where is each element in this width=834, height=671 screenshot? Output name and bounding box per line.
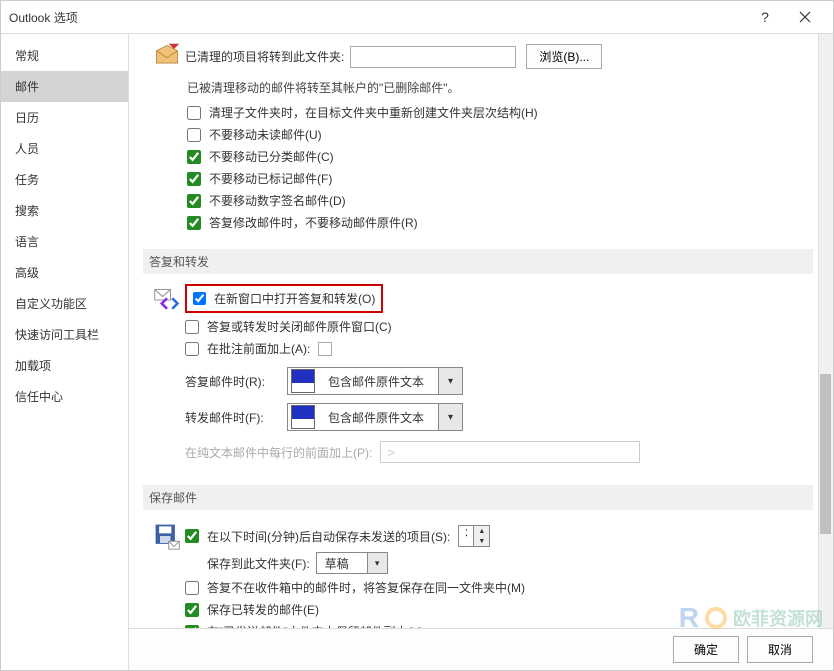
scrollbar[interactable] [818, 34, 833, 628]
reply-section-header: 答复和转发 [143, 249, 813, 274]
cleanup-opt-4[interactable]: 不要移动数字签名邮件(D) [187, 192, 813, 209]
autosave-label: 在以下时间(分钟)后自动保存未发送的项目(S): [207, 528, 450, 545]
cleanup-opt-1-checkbox[interactable] [187, 128, 201, 142]
chevron-down-icon[interactable]: ▾ [438, 368, 462, 394]
sidebar-item-mail[interactable]: 邮件 [1, 71, 128, 102]
cleanup-opt-1[interactable]: 不要移动未读邮件(U) [187, 126, 813, 143]
content: 已清理的项目将转到此文件夹: 浏览(B)... 已被清理移动的邮件将转至其帐户的… [129, 34, 833, 628]
save-opt-1[interactable]: 保存已转发的邮件(E) [185, 601, 813, 618]
cleanup-opt-4-checkbox[interactable] [187, 194, 201, 208]
sidebar-item-tasks[interactable]: 任务 [1, 164, 128, 195]
reply-opt-0-label: 在新窗口中打开答复和转发(O) [214, 290, 375, 307]
plaintext-prefix-input [380, 441, 640, 463]
content-wrap: 已清理的项目将转到此文件夹: 浏览(B)... 已被清理移动的邮件将转至其帐户的… [129, 34, 833, 670]
save-icon [153, 522, 181, 550]
save-opt-1-checkbox[interactable] [185, 603, 199, 617]
cleanup-opt-2[interactable]: 不要移动已分类邮件(C) [187, 148, 813, 165]
autosave-value[interactable] [459, 526, 473, 540]
sidebar-item-quick-access[interactable]: 快速访问工具栏 [1, 319, 128, 350]
cleanup-note: 已被清理移动的邮件将转至其帐户的"已删除邮件"。 [187, 79, 813, 96]
cleanup-opt-0-checkbox[interactable] [187, 106, 201, 120]
window-title: Outlook 选项 [9, 9, 745, 26]
forward-mode-select[interactable]: 包含邮件原件文本 ▾ [287, 403, 463, 431]
reply-opt-1[interactable]: 答复或转发时关闭邮件原件窗口(C) [185, 318, 813, 335]
sidebar-item-language[interactable]: 语言 [1, 226, 128, 257]
close-icon [799, 11, 811, 23]
titlebar: Outlook 选项 ? [1, 1, 833, 33]
reply-opt-0-checkbox[interactable] [193, 292, 206, 305]
reply-opt-1-checkbox[interactable] [185, 320, 199, 334]
options-window: Outlook 选项 ? 常规 邮件 日历 人员 任务 搜索 语言 高级 自定义… [0, 0, 834, 671]
footer: 确定 取消 [129, 628, 833, 670]
ok-button[interactable]: 确定 [673, 636, 739, 663]
save-opt-2-checkbox[interactable] [185, 625, 199, 629]
save-opt-2[interactable]: 在"已发送邮件"文件夹中保留邮件副本(V) [185, 623, 813, 628]
autosave-spinner[interactable]: ▲ ▼ [458, 525, 490, 547]
include-original-icon [291, 405, 315, 429]
browse-button[interactable]: 浏览(B)... [526, 44, 602, 69]
cleanup-opt-0[interactable]: 清理子文件夹时，在目标文件夹中重新创建文件夹层次结构(H) [187, 104, 813, 121]
sidebar-item-general[interactable]: 常规 [1, 40, 128, 71]
cleanup-folder-input[interactable] [350, 46, 516, 68]
titlebar-controls: ? [745, 3, 825, 31]
sidebar-item-addins[interactable]: 加载项 [1, 350, 128, 381]
reply-prefix-label: 在批注前面加上(A): [207, 340, 310, 357]
plaintext-prefix-label: 在纯文本邮件中每行的前面加上(P): [185, 444, 372, 461]
sidebar: 常规 邮件 日历 人员 任务 搜索 语言 高级 自定义功能区 快速访问工具栏 加… [1, 34, 129, 670]
reply-mode-label: 答复邮件时(R): [185, 373, 287, 390]
cleanup-opt-5-checkbox[interactable] [187, 216, 201, 230]
spinner-up-icon[interactable]: ▲ [474, 526, 489, 536]
save-folder-value: 草稿 [317, 553, 367, 573]
forward-mode-label: 转发邮件时(F): [185, 409, 287, 426]
autosave-checkbox[interactable] [185, 529, 199, 543]
chevron-down-icon[interactable]: ▾ [367, 553, 387, 573]
save-opt-0-checkbox[interactable] [185, 581, 199, 595]
cancel-button[interactable]: 取消 [747, 636, 813, 663]
body: 常规 邮件 日历 人员 任务 搜索 语言 高级 自定义功能区 快速访问工具栏 加… [1, 33, 833, 670]
sidebar-item-advanced[interactable]: 高级 [1, 257, 128, 288]
close-button[interactable] [785, 3, 825, 31]
sidebar-item-search[interactable]: 搜索 [1, 195, 128, 226]
autosave-row[interactable]: 在以下时间(分钟)后自动保存未发送的项目(S): ▲ ▼ [185, 525, 813, 547]
chevron-down-icon[interactable]: ▾ [438, 404, 462, 430]
reply-prefix-row[interactable]: 在批注前面加上(A): [185, 340, 813, 357]
forward-mode-value: 包含邮件原件文本 [318, 409, 438, 426]
reply-prefix-checkbox[interactable] [185, 342, 199, 356]
spinner-down-icon[interactable]: ▼ [474, 536, 489, 546]
help-button[interactable]: ? [745, 3, 785, 31]
cleanup-opt-3-checkbox[interactable] [187, 172, 201, 186]
cleanup-opt-5[interactable]: 答复修改邮件时，不要移动邮件原件(R) [187, 214, 813, 231]
sidebar-item-calendar[interactable]: 日历 [1, 102, 128, 133]
reply-prefix-input[interactable] [318, 342, 332, 356]
sidebar-item-customize-ribbon[interactable]: 自定义功能区 [1, 288, 128, 319]
highlighted-option: 在新窗口中打开答复和转发(O) [185, 284, 383, 313]
save-folder-label: 保存到此文件夹(F): [207, 555, 310, 572]
scrollbar-thumb[interactable] [820, 374, 831, 534]
include-original-icon [291, 369, 315, 393]
reply-mode-select[interactable]: 包含邮件原件文本 ▾ [287, 367, 463, 395]
save-section-header: 保存邮件 [143, 485, 813, 510]
cleanup-opt-3[interactable]: 不要移动已标记邮件(F) [187, 170, 813, 187]
reply-mode-value: 包含邮件原件文本 [318, 373, 438, 390]
reply-forward-icon [153, 286, 181, 314]
save-folder-select[interactable]: 草稿 ▾ [316, 552, 388, 574]
sidebar-item-trust-center[interactable]: 信任中心 [1, 381, 128, 412]
save-opt-0[interactable]: 答复不在收件箱中的邮件时，将答复保存在同一文件夹中(M) [185, 579, 813, 596]
cleanup-opt-2-checkbox[interactable] [187, 150, 201, 164]
cleanup-moveto-label: 已清理的项目将转到此文件夹: [185, 48, 344, 65]
cleanup-icon [153, 42, 181, 70]
sidebar-item-people[interactable]: 人员 [1, 133, 128, 164]
